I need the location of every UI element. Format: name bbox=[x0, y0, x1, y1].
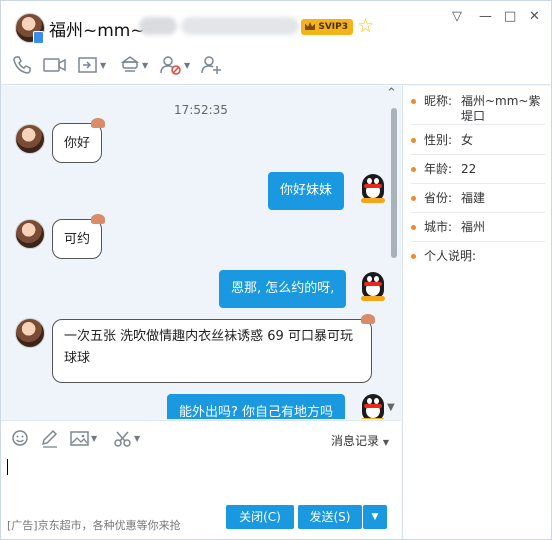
phone-icon[interactable] bbox=[11, 54, 41, 76]
divider bbox=[411, 183, 545, 184]
message-text: 可约 bbox=[64, 232, 91, 247]
block-user-icon[interactable]: ▼ bbox=[159, 54, 190, 76]
bottom-bar: [广告]京东超市，各种优惠等你来抢 关闭(C) 发送(S) ▼ bbox=[1, 503, 401, 539]
profile-panel: 昵称: 福州~mm~紫堤口 性别: 女 年龄: 22 省份: 福建 城市: 福州 bbox=[402, 86, 551, 539]
crown-icon bbox=[305, 22, 315, 30]
outgoing-message-bubble[interactable]: 能外出吗? 你自己有地方吗 bbox=[167, 394, 346, 419]
bullet-dot bbox=[411, 167, 416, 172]
chevron-down-icon[interactable]: ▼ bbox=[91, 434, 97, 443]
text-cursor bbox=[7, 459, 8, 475]
profile-value-gender: 女 bbox=[461, 133, 474, 147]
chevron-down-icon[interactable]: ▼ bbox=[184, 61, 190, 70]
chevron-down-icon: ▼ bbox=[382, 438, 389, 447]
settings-dropdown-icon[interactable]: ▽ bbox=[452, 9, 462, 24]
penguin-scarf bbox=[364, 184, 382, 188]
outgoing-message-bubble[interactable]: 恩那, 怎么约的呀, bbox=[219, 270, 347, 308]
profile-label: 昵称: bbox=[424, 94, 453, 108]
profile-label: 省份: bbox=[424, 191, 453, 205]
title-bar: 福州~mm~ SVIP3 ☆ ▽ — □ ✕ bbox=[1, 1, 551, 45]
bullet-dot bbox=[411, 196, 416, 201]
font-pen-icon[interactable] bbox=[40, 429, 70, 451]
message-text: 恩那, 怎么约的呀, bbox=[231, 281, 335, 296]
bubble-decoration bbox=[91, 118, 106, 128]
app-center-icon[interactable]: ▼ bbox=[119, 54, 149, 76]
message-record-label: 消息记录 bbox=[331, 434, 380, 448]
penguin-scarf bbox=[364, 404, 382, 408]
bullet-dot bbox=[411, 138, 416, 143]
screenshot-scissors-icon[interactable]: ▼ bbox=[113, 429, 143, 451]
send-button[interactable]: 发送(S) bbox=[298, 505, 362, 529]
message-timestamp: 17:52:35 bbox=[174, 103, 228, 117]
svip-badge-label: SVIP3 bbox=[318, 22, 348, 32]
video-icon[interactable] bbox=[42, 54, 72, 76]
chat-window: 福州~mm~ SVIP3 ☆ ▽ — □ ✕ ▼ ▼ ▼ 17:52:35 你好… bbox=[0, 0, 552, 540]
minimize-button[interactable]: — bbox=[479, 9, 492, 24]
message-input[interactable] bbox=[1, 456, 401, 503]
close-window-button[interactable]: ✕ bbox=[529, 9, 540, 24]
incoming-message-bubble[interactable]: 你好 bbox=[52, 118, 106, 163]
scroll-up-icon[interactable]: ⌃ bbox=[386, 86, 397, 101]
bubble-decoration bbox=[361, 314, 375, 324]
contact-message-avatar[interactable] bbox=[15, 124, 45, 154]
svip-badge[interactable]: SVIP3 bbox=[301, 19, 353, 35]
qq-penguin-avatar[interactable] bbox=[358, 270, 388, 302]
divider bbox=[411, 241, 545, 242]
contact-name[interactable]: 福州~mm~ bbox=[49, 16, 145, 41]
emoji-icon[interactable] bbox=[11, 429, 41, 451]
chevron-down-icon[interactable]: ▼ bbox=[134, 434, 140, 443]
maximize-button[interactable]: □ bbox=[504, 9, 516, 24]
contact-message-avatar[interactable] bbox=[15, 219, 45, 249]
blurred-name-part bbox=[139, 17, 177, 35]
divider bbox=[411, 154, 545, 155]
contact-message-avatar[interactable] bbox=[15, 318, 45, 348]
share-screen-icon[interactable]: ▼ bbox=[77, 54, 107, 76]
chevron-down-icon[interactable]: ▼ bbox=[142, 61, 148, 70]
bullet-dot bbox=[411, 254, 416, 259]
bubble-decoration bbox=[91, 214, 106, 224]
divider bbox=[411, 124, 545, 125]
close-chat-button[interactable]: 关闭(C) bbox=[226, 505, 294, 529]
send-options-button[interactable]: ▼ bbox=[363, 505, 387, 529]
add-friend-icon[interactable] bbox=[200, 54, 230, 76]
blurred-signature bbox=[181, 17, 299, 35]
input-toolbar: ▼ ▼ 消息记录 ▼ bbox=[1, 420, 401, 456]
profile-value-age: 22 bbox=[461, 162, 477, 176]
message-text: 一次五张 洗吹做情趣内衣丝袜诱惑 69 可口暴可玩球球 bbox=[64, 329, 353, 366]
qq-penguin-avatar[interactable] bbox=[358, 172, 388, 204]
message-record-button[interactable]: 消息记录 ▼ bbox=[331, 432, 389, 449]
profile-value-city: 福州 bbox=[461, 220, 486, 234]
profile-label: 性别: bbox=[424, 133, 453, 147]
message-text: 能外出吗? 你自己有地方吗 bbox=[179, 405, 334, 419]
profile-label: 年龄: bbox=[424, 162, 453, 176]
bullet-dot bbox=[411, 99, 416, 104]
qq-penguin-avatar[interactable] bbox=[358, 392, 388, 419]
profile-label: 城市: bbox=[424, 220, 453, 234]
chat-toolbar: ▼ ▼ ▼ bbox=[1, 45, 551, 85]
profile-value-nickname: 福州~mm~紫堤口 bbox=[461, 94, 541, 123]
penguin-scarf bbox=[364, 282, 382, 286]
scroll-down-icon[interactable]: ▼ bbox=[387, 402, 395, 413]
ad-link[interactable]: [广告]京东超市，各种优惠等你来抢 bbox=[7, 517, 181, 533]
penguin-feet bbox=[361, 198, 385, 203]
message-text: 你好 bbox=[64, 136, 91, 151]
incoming-message-bubble[interactable]: 一次五张 洗吹做情趣内衣丝袜诱惑 69 可口暴可玩球球 bbox=[52, 314, 375, 383]
chevron-down-icon[interactable]: ▼ bbox=[100, 61, 106, 70]
chat-scrollbar[interactable] bbox=[391, 108, 397, 258]
bullet-dot bbox=[411, 225, 416, 230]
profile-value-province: 福建 bbox=[461, 191, 486, 205]
chat-history[interactable]: 17:52:35 你好 你好妹妹 可约 恩那, 怎么约的呀, 一次五张 洗吹做情… bbox=[1, 86, 401, 419]
penguin-feet bbox=[361, 418, 385, 419]
penguin-feet bbox=[361, 296, 385, 301]
divider bbox=[411, 212, 545, 213]
outgoing-message-bubble[interactable]: 你好妹妹 bbox=[268, 172, 345, 210]
profile-label: 个人说明: bbox=[424, 249, 477, 263]
incoming-message-bubble[interactable]: 可约 bbox=[52, 214, 106, 259]
message-text: 你好妹妹 bbox=[280, 183, 333, 198]
mobile-online-icon bbox=[33, 31, 44, 44]
star-icon[interactable]: ☆ bbox=[357, 15, 374, 37]
image-icon[interactable]: ▼ bbox=[70, 429, 100, 451]
